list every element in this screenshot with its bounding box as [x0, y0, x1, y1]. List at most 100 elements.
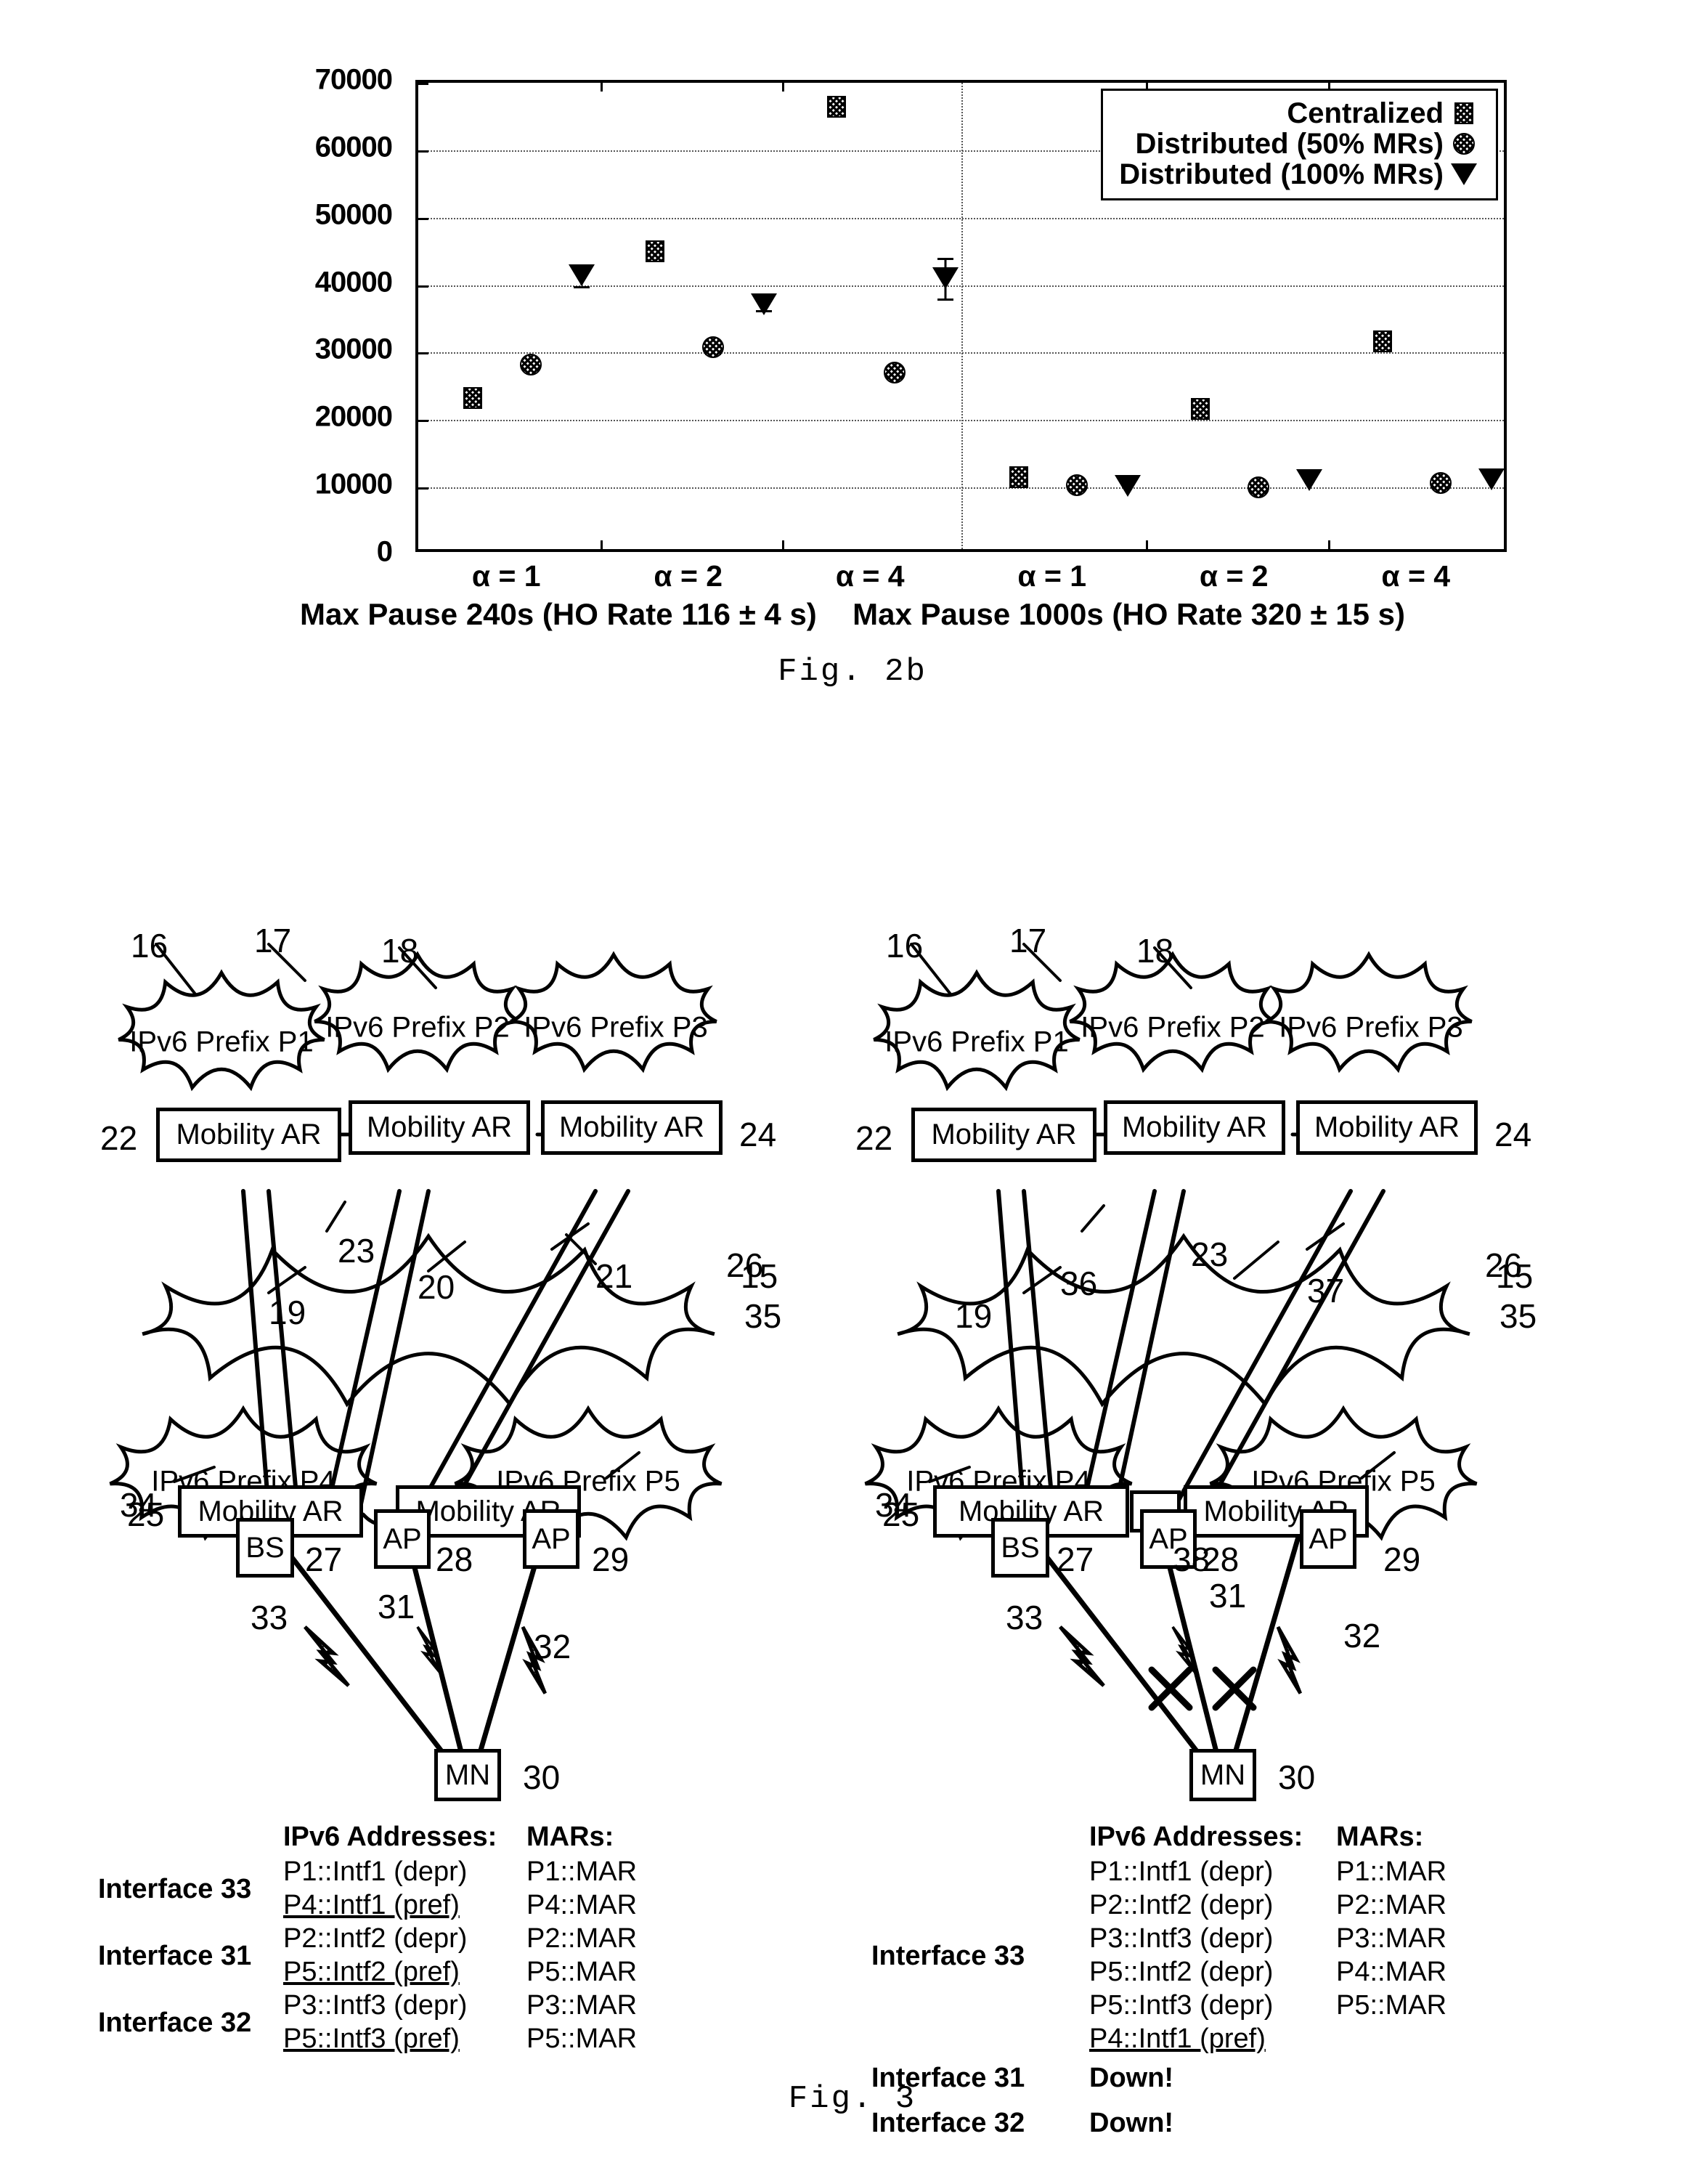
- y-axis-tick-50000: 50000: [314, 198, 393, 231]
- wireless-signal-icon-0: [1059, 1625, 1105, 1687]
- reference-numeral-35: 35: [1499, 1297, 1537, 1335]
- x-tick-mark: [600, 81, 603, 92]
- interface-label: Interface 33: [871, 1941, 1025, 1971]
- interface-label: Interface 32: [98, 2008, 252, 2038]
- ipv6-address-cell: P3::Intf3 (depr): [1089, 1923, 1274, 1954]
- access-node-ap-29: AP: [1300, 1509, 1356, 1569]
- data-point: [1065, 474, 1088, 497]
- circle-marker-icon: [884, 362, 906, 384]
- mar-cell: P4::MAR: [1336, 1957, 1447, 1987]
- error-bar-cap: [937, 258, 954, 261]
- data-point: [1296, 468, 1323, 491]
- x-axis-panel-labels: Max Pause 240s (HO Rate 116 ± 4 s) Max P…: [0, 597, 1705, 632]
- table-row: Interface 33 P1::Intf1 (depr) P2::Intf2 (d…: [871, 1856, 1692, 2057]
- leader-line-6: [1306, 1222, 1345, 1251]
- column-header-mars: MARs:: [1336, 1822, 1424, 1852]
- chart-legend: Centralized Distributed (50% MRs) Distri…: [1101, 89, 1498, 200]
- square-marker-icon: [1191, 397, 1210, 420]
- address-table: IPv6 Addresses: MARs:Interface 33 P1::Intf…: [98, 1822, 919, 2057]
- triangle-down-marker-icon: [932, 267, 959, 290]
- data-point: [701, 336, 724, 358]
- ipv6-address-cell: P4::Intf1 (pref): [1089, 2023, 1266, 2054]
- ipv6-address-cell: P4::Intf1 (pref): [283, 1890, 460, 1920]
- circle-marker-icon: [1248, 476, 1270, 499]
- data-point: [932, 267, 959, 290]
- triangle-down-marker-icon: [1478, 468, 1505, 490]
- reference-numeral-34: 34: [875, 1486, 913, 1524]
- y-tick-mark: [418, 217, 428, 220]
- router-box-24: Mobility AR: [1296, 1100, 1478, 1155]
- interface-label: Interface 33: [98, 1874, 252, 1904]
- data-point: [750, 293, 777, 315]
- reference-numeral-16: 16: [886, 927, 924, 965]
- column-header-addresses: IPv6 Addresses:: [1089, 1822, 1303, 1852]
- reference-numeral-32: 32: [534, 1628, 571, 1665]
- mar-cell: P2::MAR: [1336, 1890, 1447, 1920]
- mobile-node-box: MN: [434, 1749, 501, 1801]
- y-axis-tick-20000: 20000: [314, 400, 393, 433]
- leader-line-3: [1081, 1204, 1105, 1233]
- reference-numeral-28: 28: [436, 1540, 473, 1578]
- data-point: [569, 264, 595, 286]
- legend-entry: Distributed (100% MRs): [1119, 159, 1484, 190]
- mar-cell: P4::MAR: [526, 1890, 638, 1920]
- cloud-label-ipv6-prefix-p2: IPv6 Prefix P2: [1081, 1011, 1265, 1044]
- data-point: [645, 240, 664, 263]
- mar-cell: P5::MAR: [526, 2023, 638, 2054]
- reference-numeral-36: 36: [1060, 1264, 1098, 1302]
- reference-numeral-18: 18: [381, 932, 419, 970]
- column-header-mars: MARs:: [526, 1822, 614, 1852]
- mar-cell: P2::MAR: [526, 1923, 638, 1954]
- table-row: Interface 33 P1::Intf1 (depr) P4::Intf1 (p…: [98, 1856, 919, 1923]
- reference-numeral-31: 31: [378, 1588, 415, 1625]
- y-axis-tick-40000: 40000: [314, 266, 393, 299]
- router-box-23: Mobility AR: [349, 1100, 530, 1155]
- reference-numeral-23: 23: [338, 1232, 375, 1270]
- data-point: [1248, 476, 1270, 499]
- square-marker-icon: [1009, 466, 1028, 489]
- reference-numeral-29: 29: [592, 1540, 630, 1578]
- table-header-row: IPv6 Addresses: MARs:: [98, 1822, 919, 1856]
- access-node-ap-28: AP: [374, 1509, 431, 1569]
- data-point: [520, 354, 542, 376]
- ipv6-address-cell: P2::Intf2 (depr): [1089, 1890, 1274, 1920]
- reference-numeral-21: 21: [595, 1257, 633, 1295]
- x-tick-mark: [600, 540, 603, 551]
- reference-numeral-33: 33: [1006, 1599, 1043, 1636]
- circle-marker-icon: [1065, 474, 1088, 497]
- y-axis-tick-10000: 10000: [314, 468, 393, 500]
- y-tick-mark: [418, 285, 428, 288]
- data-point: [1478, 468, 1505, 490]
- reference-numeral-29: 29: [1383, 1540, 1421, 1578]
- square-marker-icon: [1372, 330, 1392, 352]
- x-tick-mark: [1146, 540, 1148, 551]
- ipv6-address-cell: P1::Intf1 (depr): [1089, 1856, 1274, 1887]
- table-row: Interface 31 P2::Intf2 (depr) P5::Intf2 (p…: [98, 1923, 919, 1990]
- data-point: [1114, 475, 1141, 498]
- y-axis-tick-70000: 70000: [314, 63, 393, 96]
- legend-label-distributed-100: Distributed (100% MRs): [1119, 158, 1444, 190]
- leader-line-4: [1233, 1241, 1279, 1280]
- router-box-22: Mobility AR: [911, 1108, 1096, 1162]
- figure-3-left-panel: IPv6 Prefix P1 IPv6 Prefix P2 IPv6 Prefix …: [87, 901, 940, 2135]
- y-tick-mark: [418, 83, 428, 85]
- reference-numeral-37: 37: [1307, 1272, 1345, 1310]
- router-box-24: Mobility AR: [541, 1100, 723, 1155]
- circle-marker-icon: [701, 336, 724, 358]
- reference-numeral-26: 26: [726, 1246, 764, 1284]
- x-tick-mark: [1327, 540, 1330, 551]
- access-node-ap-29: AP: [523, 1509, 579, 1569]
- ipv6-address-cell: P5::Intf2 (pref): [283, 1957, 460, 1987]
- reference-numeral-26: 26: [1485, 1246, 1523, 1284]
- reference-numeral-27: 27: [305, 1540, 343, 1578]
- reference-numeral-30: 30: [523, 1758, 561, 1796]
- panel-divider: [961, 83, 963, 549]
- reference-numeral-22: 22: [855, 1119, 893, 1157]
- ipv6-address-cell: P5::Intf2 (depr): [1089, 1957, 1274, 1987]
- access-node-bs-27: BS: [236, 1518, 294, 1578]
- leader-line-7: [550, 1222, 590, 1251]
- reference-numeral-24: 24: [739, 1116, 777, 1153]
- data-point: [827, 96, 847, 118]
- column-header-addresses: IPv6 Addresses:: [283, 1822, 497, 1852]
- cloud-label-ipv6-prefix-p3: IPv6 Prefix P3: [1279, 1011, 1463, 1044]
